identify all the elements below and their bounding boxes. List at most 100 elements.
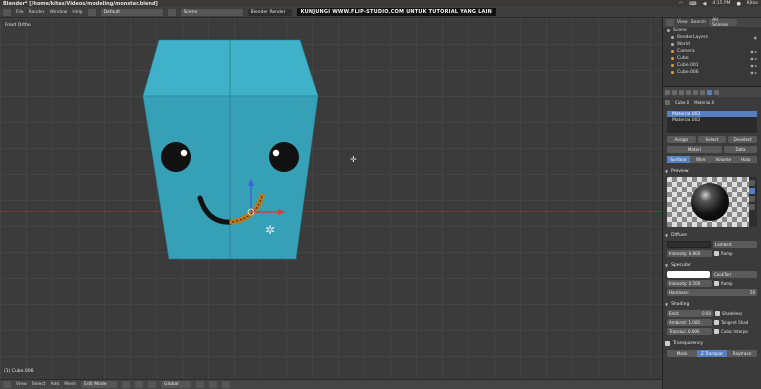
link-data-toggle[interactable]: Data [724, 146, 757, 153]
tangent-shading-checkbox[interactable]: Tangent Shad [714, 319, 757, 326]
vertex-select-icon[interactable] [196, 381, 205, 388]
select-button[interactable]: Select [697, 136, 727, 143]
modifier-tab-icon[interactable] [693, 89, 698, 95]
outliner-view-menu[interactable]: View [677, 20, 688, 25]
visibility-icon[interactable]: ◉ ▸ [750, 49, 757, 54]
ambient-field[interactable]: Ambient: 1.000 [667, 319, 712, 326]
tab-mask[interactable]: Mask [667, 350, 697, 357]
viewport-editor-icon[interactable] [3, 381, 11, 388]
tab-raytrace[interactable]: Raytrace [727, 350, 757, 357]
texture-tab-icon[interactable] [714, 89, 719, 95]
properties-editor[interactable]: Cube.0 Material.0 Material.003 Material.… [662, 86, 761, 389]
monkey-preview-icon[interactable] [749, 204, 755, 210]
outliner-search-menu[interactable]: Search [691, 20, 706, 25]
cubic-interpolation-checkbox[interactable]: Cubic Interpo [714, 328, 757, 335]
deselect-button[interactable]: Deselect [728, 136, 758, 143]
3d-viewport[interactable]: Front Ortho ✲ ✛ (1) Cube.006 [0, 18, 662, 379]
diffuse-shader-selector[interactable]: Lambert [713, 241, 757, 248]
keyboard-icon[interactable]: ⌨ [689, 1, 696, 7]
volume-icon[interactable]: ◀ [703, 1, 707, 7]
menu-add[interactable]: Add [51, 382, 60, 387]
shadeless-checkbox[interactable]: Shadeless [715, 310, 757, 317]
tree-item-renderlayers[interactable]: RenderLayers ◉ [663, 34, 761, 41]
edge-select-icon[interactable] [209, 381, 218, 388]
tab-surface[interactable]: Surface [667, 156, 690, 163]
menu-mesh[interactable]: Mesh [64, 382, 76, 387]
world-tab-icon[interactable] [679, 89, 684, 95]
outliner-display-mode[interactable]: All Scenes [709, 18, 738, 28]
orientation-selector[interactable]: Global [161, 381, 192, 388]
scene-tab-icon[interactable] [672, 89, 677, 95]
material-tab-icon[interactable] [707, 89, 712, 95]
menu-render[interactable]: Render [29, 10, 45, 15]
shading-icon[interactable] [122, 381, 131, 388]
flat-preview-icon[interactable] [749, 180, 755, 186]
material-slot-list[interactable]: Material.003 Material.002 [667, 111, 757, 133]
tree-item-scene[interactable]: Scene [663, 27, 761, 34]
data-tab-icon[interactable] [700, 89, 705, 95]
menu-file[interactable]: File [16, 10, 24, 15]
editor-type-icon[interactable] [3, 8, 11, 16]
menu-window[interactable]: Window [50, 10, 68, 15]
mode-selector[interactable]: Edit Mode [81, 381, 118, 388]
manipulator-icon[interactable] [148, 381, 157, 388]
tree-item-cube-006[interactable]: Cube.006 ◉ ▸ [663, 69, 761, 76]
tab-volume[interactable]: Volume [712, 156, 735, 163]
menu-view[interactable]: View [16, 382, 27, 387]
right-eye[interactable] [269, 142, 299, 172]
sphere-preview-icon[interactable] [749, 188, 755, 194]
tree-item-cube-001[interactable]: Cube.001 ◉ ▸ [663, 62, 761, 69]
scene-icon[interactable] [167, 8, 176, 16]
tree-item-camera[interactable]: Camera ◉ ▸ [663, 48, 761, 55]
layout-icon[interactable] [87, 8, 96, 16]
layout-selector[interactable]: Default [100, 8, 163, 16]
wifi-icon[interactable]: ◠ [679, 1, 683, 7]
material-slot[interactable]: Material.002 [667, 117, 757, 123]
cube-preview-icon[interactable] [749, 196, 755, 202]
visibility-icon[interactable]: ◉ ▸ [750, 63, 757, 68]
outliner-editor-icon[interactable] [666, 19, 674, 26]
render-tab-icon[interactable] [665, 89, 670, 95]
face-select-icon[interactable] [222, 381, 231, 388]
menu-select[interactable]: Select [32, 382, 46, 387]
tree-item-world[interactable]: World [663, 41, 761, 48]
visibility-icon[interactable]: ◉ ▸ [750, 70, 757, 75]
visibility-icon[interactable]: ◉ [754, 35, 758, 40]
specular-intensity-field[interactable]: Intensity: 0.500 [667, 280, 712, 287]
cube-top-face[interactable] [142, 39, 319, 97]
diffuse-ramp-checkbox[interactable]: Ramp [714, 250, 757, 257]
menu-help[interactable]: Help [72, 10, 82, 15]
transparency-panel-header[interactable]: Transparency [665, 339, 759, 347]
outliner[interactable]: View Search All Scenes Scene RenderLayer… [662, 18, 761, 86]
diffuse-color-swatch[interactable] [667, 241, 711, 248]
specular-shader-selector[interactable]: CookTorr [712, 271, 757, 278]
transparency-checkbox[interactable] [665, 340, 670, 346]
specular-ramp-checkbox[interactable]: Ramp [714, 280, 757, 287]
specular-color-swatch[interactable] [667, 271, 710, 278]
tab-z-transparency[interactable]: Z Transpar [697, 350, 727, 357]
visibility-icon[interactable]: ◉ ▸ [750, 56, 757, 61]
specular-panel-header[interactable]: ▼ Specular [665, 261, 759, 269]
material-datablock-field[interactable]: Materi [667, 146, 722, 153]
object-tab-icon[interactable] [686, 89, 691, 95]
render-engine-selector[interactable]: Blender Render [247, 8, 292, 16]
user-icon[interactable]: ● [737, 1, 741, 7]
monster-mesh[interactable] [0, 18, 662, 379]
tree-item-cube[interactable]: Cube ◉ ▸ [663, 55, 761, 62]
3d-cursor-icon[interactable]: ✲ [265, 223, 275, 237]
scene-selector[interactable]: Scene [180, 8, 243, 16]
preview-panel-header[interactable]: ▼ Preview [665, 167, 759, 175]
translucency-field[interactable]: Transluc: 0.000 [667, 328, 712, 335]
pivot-icon[interactable] [135, 381, 144, 388]
diffuse-panel-header[interactable]: ▼ Diffuse [665, 231, 759, 239]
hardness-field[interactable]: Hardness: 50 [667, 289, 757, 296]
user-name[interactable]: Kitas [747, 1, 758, 6]
emit-field[interactable]: Emit: 0.00 [667, 310, 713, 317]
clock[interactable]: 4:15 PM [712, 1, 730, 6]
left-eye[interactable] [161, 142, 191, 172]
cube-front-face[interactable] [142, 95, 319, 260]
tab-halo[interactable]: Halo [734, 156, 757, 163]
diffuse-intensity-field[interactable]: Intensity: 0.800 [667, 250, 712, 257]
assign-button[interactable]: Assign [667, 136, 696, 143]
tab-wire[interactable]: Wire [689, 156, 712, 163]
